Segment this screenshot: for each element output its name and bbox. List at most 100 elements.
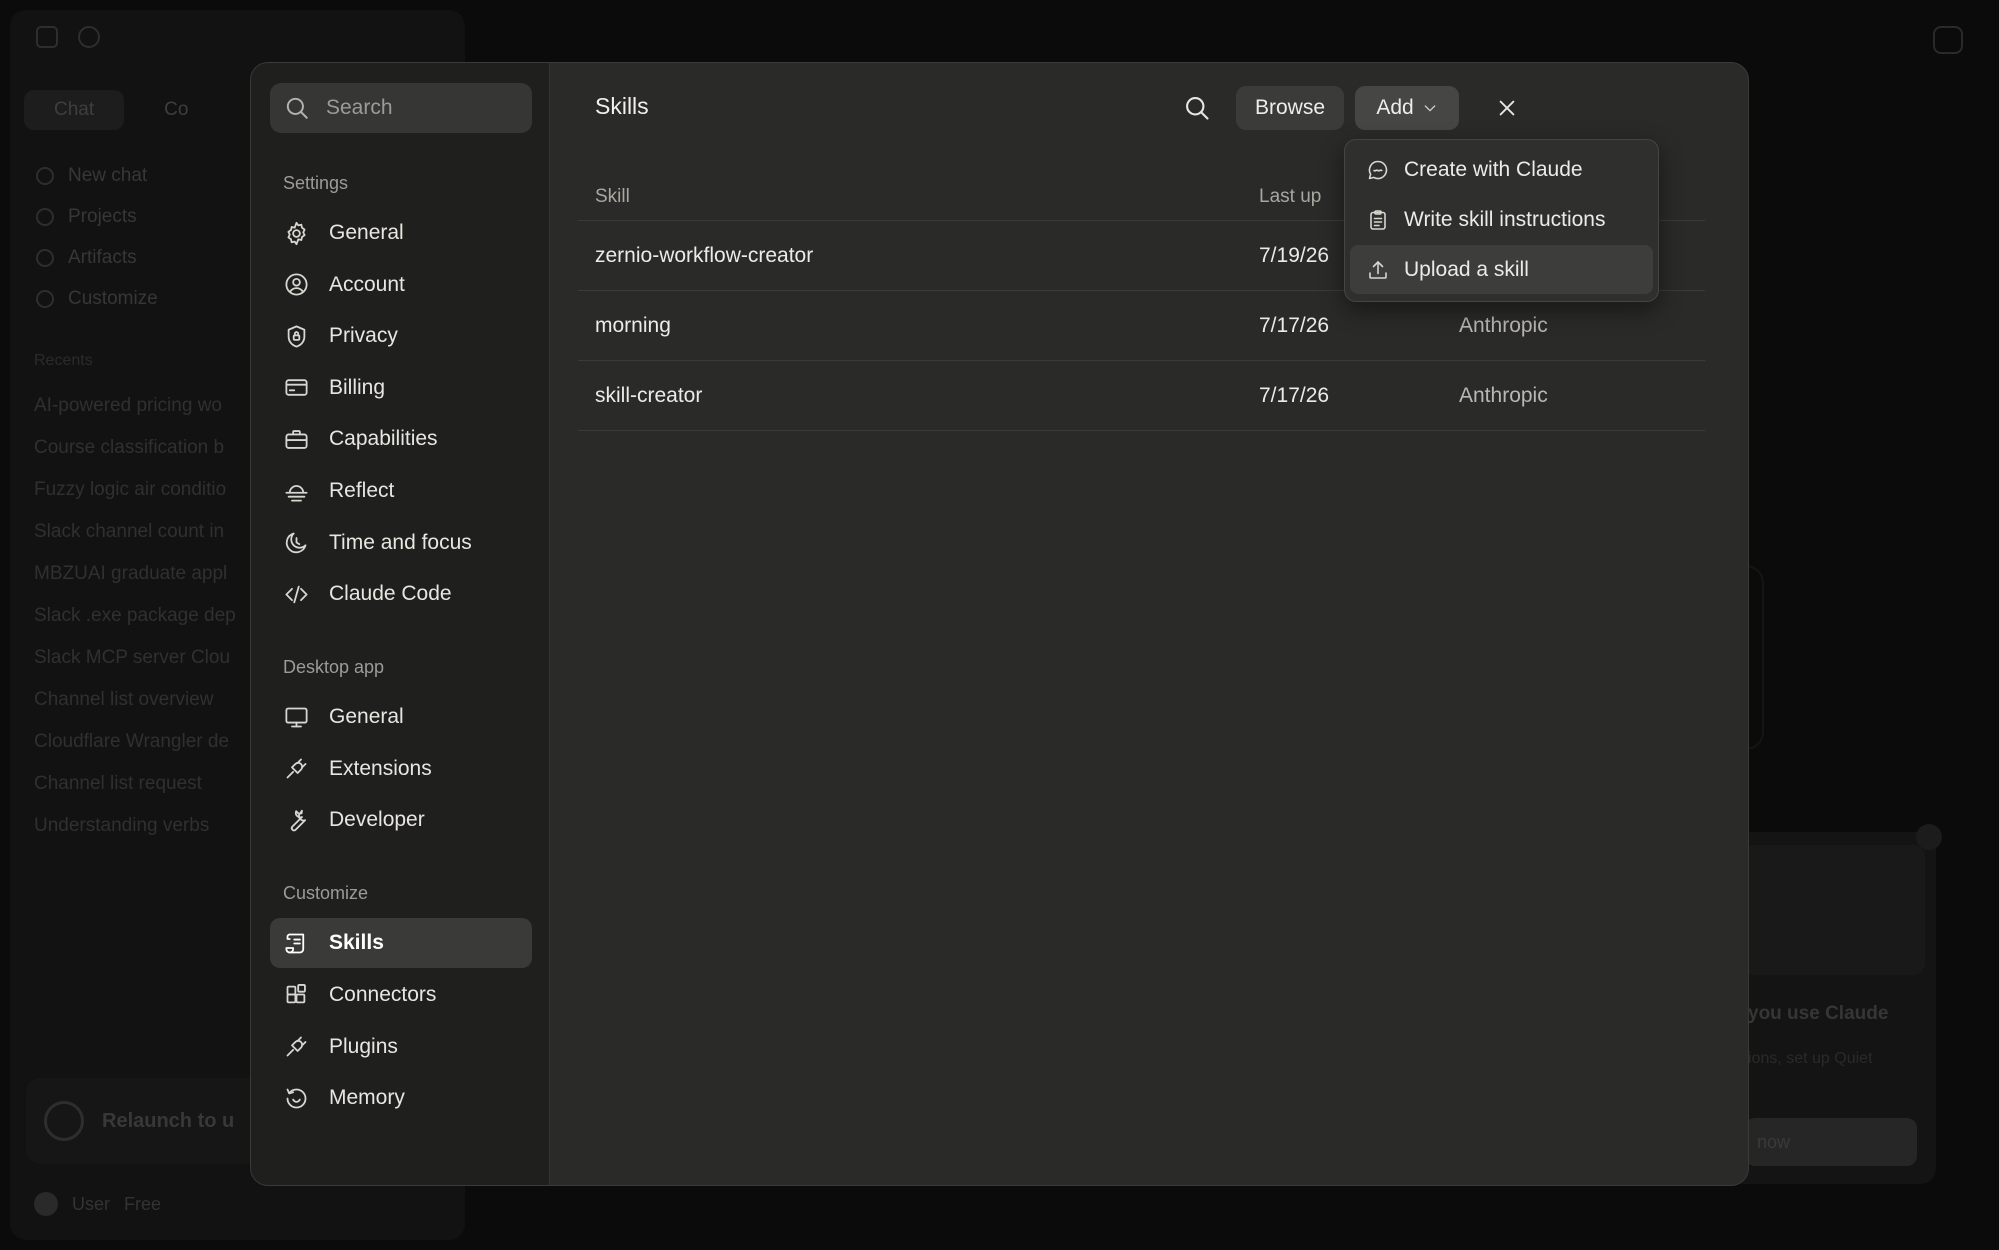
last-updated-value: 7/17/26 (1259, 313, 1330, 337)
recent-chat-item: Channel list request (34, 773, 202, 794)
sidebar-item-general[interactable]: General (270, 692, 532, 742)
promo-illustration (1740, 845, 1925, 975)
briefcase-icon (283, 426, 310, 453)
background-top-icons (36, 26, 100, 48)
sidebar-item-capabilities[interactable]: Capabilities (270, 414, 532, 464)
add-label: Add (1376, 96, 1414, 119)
code-icon (283, 581, 310, 608)
background-nav: New chat Projects Artifacts Customize (36, 155, 158, 319)
sidebar-item-memory[interactable]: Memory (270, 1073, 532, 1123)
skill-name: morning (595, 313, 671, 337)
leaf-icon (44, 1101, 84, 1141)
sidebar-item-developer[interactable]: Developer (270, 795, 532, 845)
connectors-icon (283, 981, 310, 1008)
sidebar-item-connectors[interactable]: Connectors (270, 970, 532, 1020)
recents-list: AI-powered pricing wo Course classificati… (34, 385, 236, 847)
add-button[interactable]: Add (1355, 86, 1459, 130)
close-icon (1499, 100, 1515, 116)
sidebar-item-label: Developer (329, 808, 425, 832)
recent-chat-item: Slack channel count in (34, 521, 225, 542)
nav-projects: Projects (36, 196, 158, 237)
sidebar-item-label: Extensions (329, 756, 432, 780)
page-title: Skills (595, 93, 649, 119)
recent-chat-item: Slack MCP server Clou (34, 647, 231, 668)
sidebar-item-general[interactable]: General (270, 208, 532, 258)
close-button[interactable] (1490, 91, 1524, 125)
settings-search[interactable] (270, 83, 532, 133)
sidebar-item-label: Time and focus (329, 530, 472, 554)
folder-icon (36, 207, 54, 226)
sidebar-item-label: Claude Code (329, 582, 452, 606)
search-icon (286, 97, 308, 119)
sidebar-item-label: General (329, 705, 404, 729)
menu-item-label: Create with Claude (1404, 157, 1583, 181)
sidebar-item-billing[interactable]: Billing (270, 363, 532, 413)
artifacts-icon (36, 248, 54, 267)
sidebar-item-label: Reflect (329, 478, 395, 502)
ghost-icon (1933, 26, 1963, 54)
recent-chat-item: Understanding verbs (34, 815, 210, 836)
sunrise-icon (283, 477, 310, 504)
recent-chat-item: Slack .exe package dep (34, 605, 236, 626)
monitor-icon (283, 704, 310, 731)
skill-name: skill-creator (595, 383, 703, 407)
customize-icon (36, 289, 54, 308)
table-row[interactable]: skill-creator 7/17/26 Anthropic (578, 361, 1705, 431)
sidebar-item-plugins[interactable]: Plugins (270, 1022, 532, 1072)
wrench-icon (283, 807, 310, 834)
clipboard-icon (1366, 208, 1390, 232)
browse-label: Browse (1254, 96, 1326, 119)
promo-button: now (1745, 1118, 1917, 1166)
sidebar-item-skills[interactable]: Skills (270, 918, 532, 969)
plus-icon (36, 166, 54, 185)
scroll-icon (283, 930, 310, 957)
user-circle-icon (283, 271, 310, 298)
credit-card-icon (283, 374, 310, 401)
settings-search-input[interactable] (326, 96, 506, 120)
sidebar-item-time-and-focus[interactable]: Time and focus (270, 518, 532, 568)
sidebar-item-reflect[interactable]: Reflect (270, 466, 532, 516)
browse-button[interactable]: Browse (1236, 86, 1344, 130)
menu-item-create-with-claude[interactable]: Create with Claude (1350, 145, 1653, 194)
sidebar-item-label: Plugins (329, 1034, 398, 1058)
skills-search-button[interactable] (1177, 88, 1217, 128)
plug-icon (283, 1033, 310, 1060)
recent-chat-item: AI-powered pricing wo (34, 395, 222, 416)
last-updated-value: 7/17/26 (1259, 383, 1330, 407)
chevron-down-icon (1424, 105, 1436, 112)
skill-name: zernio-workflow-creator (595, 243, 814, 267)
sidebar-item-claude-code[interactable]: Claude Code (270, 569, 532, 619)
tab-code: Co (164, 99, 189, 120)
history-icon (283, 1085, 310, 1112)
sidebar-toggle-icon (36, 26, 58, 48)
sidebar-item-label: Billing (329, 375, 386, 399)
recent-chat-item: MBZUAI graduate appl (34, 563, 228, 584)
recent-chat-item: Cloudflare Wrangler de (34, 731, 230, 752)
settings-nav: Settings General Account Privacy Billing Capa… (270, 173, 532, 1123)
section-label-desktop-app: Desktop app (283, 657, 385, 678)
chat-bubble-icon (1366, 158, 1390, 182)
search-icon (78, 26, 100, 48)
upload-icon (1366, 258, 1390, 282)
recent-chat-item: Channel list overview (34, 689, 214, 710)
author-value: Anthropic (1459, 383, 1548, 407)
sidebar-item-account[interactable]: Account (270, 260, 532, 310)
sidebar-item-label: General (329, 221, 404, 244)
settings-sidebar: Settings General Account Privacy Billing Capa… (251, 63, 550, 1185)
recent-chat-item: Fuzzy logic air conditio (34, 479, 227, 500)
sidebar-item-label: Connectors (329, 982, 437, 1006)
nav-artifacts: Artifacts (36, 237, 158, 278)
avatar (34, 1192, 58, 1216)
menu-item-label: Write skill instructions (1404, 207, 1606, 231)
sidebar-item-privacy[interactable]: Privacy (270, 311, 532, 361)
sidebar-item-label: Capabilities (329, 427, 438, 451)
nav-customize: Customize (36, 278, 158, 319)
promo-subtitle: ions, set up Quiet (1748, 1050, 1873, 1067)
sidebar-item-extensions[interactable]: Extensions (270, 744, 532, 794)
menu-item-write-skill-instructions[interactable]: Write skill instructions (1350, 195, 1653, 244)
column-skill[interactable]: Skill (578, 186, 1259, 208)
section-label-customize: Customize (283, 883, 369, 904)
menu-item-upload-a-skill[interactable]: Upload a skill (1350, 245, 1653, 294)
user-menu: User Free (34, 1192, 161, 1216)
search-icon (1186, 97, 1209, 120)
